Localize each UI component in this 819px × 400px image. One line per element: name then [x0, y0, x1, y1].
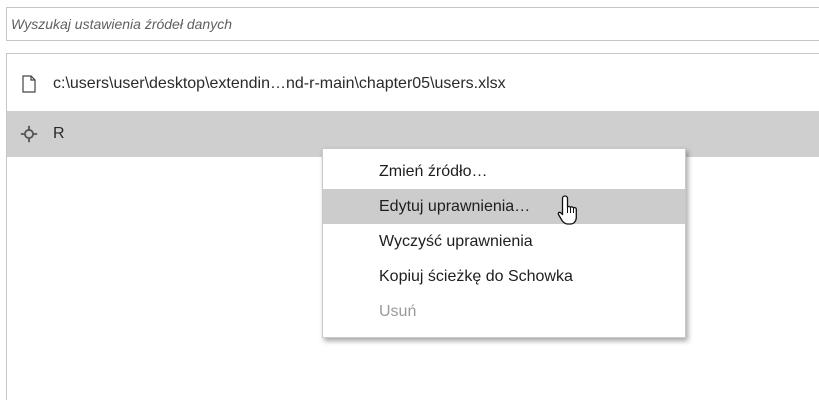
- menu-item-clear-permissions[interactable]: Wyczyść uprawnienia: [323, 224, 685, 259]
- menu-item-change-source[interactable]: Zmień źródło…: [323, 154, 685, 189]
- menu-item-copy-path[interactable]: Kopiuj ścieżkę do Schowka: [323, 259, 685, 294]
- mouse-cursor-icon: [556, 194, 580, 228]
- menu-item-edit-permissions[interactable]: Edytuj uprawnienia…: [323, 189, 685, 224]
- list-item-label: c:\users\user\desktop\extendin…nd-r-main…: [53, 75, 506, 92]
- context-menu: Zmień źródło… Edytuj uprawnienia… Wyczyś…: [322, 148, 686, 338]
- r-connector-icon: [19, 123, 39, 145]
- search-box[interactable]: [6, 7, 819, 41]
- list-item-file-source[interactable]: c:\users\user\desktop\extendin…nd-r-main…: [7, 64, 819, 104]
- menu-item-delete: Usuń: [379, 302, 417, 320]
- file-icon: [19, 73, 39, 95]
- data-source-settings-panel: c:\users\user\desktop\extendin…nd-r-main…: [0, 0, 819, 400]
- search-input[interactable]: [7, 8, 819, 40]
- list-item-label: R: [53, 125, 65, 142]
